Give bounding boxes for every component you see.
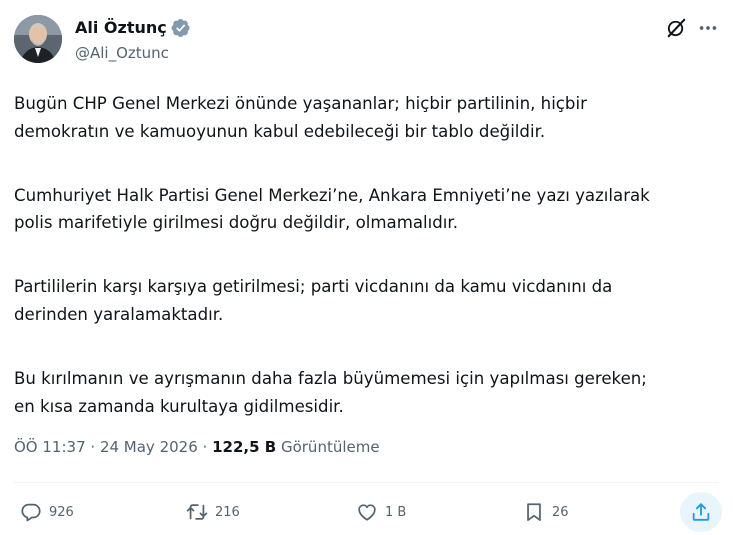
author-handle[interactable]: @Ali_Oztunc xyxy=(75,43,169,63)
tweet-line: demokratın ve kamuoyunun kabul edebilece… xyxy=(14,121,546,141)
like-icon xyxy=(358,504,376,521)
bookmark-icon xyxy=(527,503,541,521)
share-button[interactable] xyxy=(680,492,722,532)
more-icon[interactable] xyxy=(697,17,719,39)
verified-badge-icon xyxy=(171,18,191,38)
author-name[interactable]: Ali Öztunç xyxy=(75,18,167,38)
tweet-meta: ÖÖ 11:37 · 24 May 2026 · 122,5 B Görüntü… xyxy=(14,438,380,456)
divider xyxy=(14,482,719,483)
tweet-line: derinden yaralamaktadır. xyxy=(14,304,224,324)
tweet-line: Bugün CHP Genel Merkezi önünde yaşananla… xyxy=(14,94,587,113)
bookmark-count: 26 xyxy=(552,504,569,520)
tweet-line: Cumhuriyet Halk Partisi Genel Merkezi’ne… xyxy=(14,185,650,205)
avatar[interactable] xyxy=(14,15,62,63)
tweet-line: en kısa zamanda kurultaya gidilmesidir. xyxy=(14,396,344,416)
views-count: 122,5 B xyxy=(212,438,277,456)
reply-icon xyxy=(21,503,41,522)
like-button[interactable]: 1 B xyxy=(356,492,406,532)
repost-button[interactable]: 216 xyxy=(186,492,240,532)
tweet-line: Bu kırılmanın ve ayrışmanın daha fazla b… xyxy=(14,369,647,389)
tweet-actions: 926 216 1 B 26 xyxy=(14,492,722,532)
tweet-date[interactable]: 24 May 2026 xyxy=(100,438,198,456)
grok-icon[interactable] xyxy=(665,17,687,39)
repost-count: 216 xyxy=(215,504,240,520)
reply-button[interactable]: 926 xyxy=(20,492,74,532)
share-icon xyxy=(692,503,710,521)
tweet-header: Ali Öztunç @Ali_Oztunc xyxy=(14,15,720,67)
tweet-text: Bugün CHP Genel Merkezi önünde yaşananla… xyxy=(14,90,719,420)
tweet-time[interactable]: ÖÖ 11:37 xyxy=(14,438,86,456)
bookmark-button[interactable]: 26 xyxy=(523,492,569,532)
repost-icon xyxy=(186,504,208,520)
like-count: 1 B xyxy=(385,504,407,520)
tweet-line: polis marifetiyle girilmesi doğru değild… xyxy=(14,213,458,233)
tweet-line: Partililerin karşı karşıya getirilmesi; … xyxy=(14,277,613,297)
views-label: Görüntüleme xyxy=(280,438,380,456)
reply-count: 926 xyxy=(49,504,74,520)
